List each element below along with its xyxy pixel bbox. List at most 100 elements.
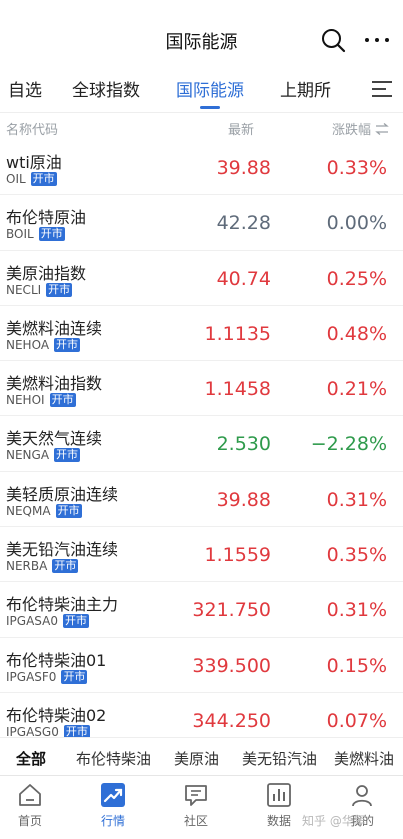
change-percent: −2.28% bbox=[310, 433, 387, 456]
latest-price: 1.1135 bbox=[204, 322, 271, 345]
change-percent: 0.31% bbox=[326, 488, 387, 511]
market-open-badge: 开市 bbox=[54, 337, 81, 352]
subtab-us-crude[interactable]: 美原油 bbox=[174, 748, 219, 769]
more-icon[interactable] bbox=[362, 27, 392, 53]
instrument-name: 美无铅汽油连续 bbox=[6, 540, 119, 560]
nav-community[interactable]: 社区 bbox=[166, 782, 226, 829]
home-icon bbox=[19, 784, 41, 806]
latest-price: 344.250 bbox=[192, 709, 271, 732]
instrument-code: NECLI 开市 bbox=[6, 282, 73, 297]
instrument-code: OIL 开市 bbox=[6, 172, 57, 186]
tab-watchlist[interactable]: 自选 bbox=[8, 76, 42, 101]
latest-price: 1.1458 bbox=[204, 378, 271, 401]
market-open-badge: 开市 bbox=[49, 393, 76, 408]
table-row[interactable]: 布伦特原油 BOIL 开市 42.28 0.00% bbox=[0, 195, 403, 251]
user-icon bbox=[352, 785, 372, 807]
watermark: 知乎 @华罕 bbox=[302, 814, 366, 828]
instrument-name: 美天然气连续 bbox=[6, 429, 103, 449]
nav-data-label: 数据 bbox=[266, 814, 291, 828]
table-row[interactable]: 美燃料油连续 NEHOA 开市 1.1135 0.48% bbox=[0, 306, 403, 362]
change-percent: 0.31% bbox=[326, 599, 387, 622]
instrument-code: NEQMA 开市 bbox=[6, 503, 82, 518]
instrument-code: NERBA 开市 bbox=[6, 559, 79, 574]
latest-price: 39.88 bbox=[216, 157, 271, 179]
tab-global-index[interactable]: 全球指数 bbox=[72, 76, 140, 101]
column-latest[interactable]: 最新 bbox=[228, 119, 254, 138]
table-row[interactable]: 美燃料油指数 NEHOI 开市 1.1458 0.21% bbox=[0, 361, 403, 417]
market-tabs: 自选 全球指数 国际能源 上期所 bbox=[0, 72, 403, 110]
instrument-name: 布伦特原油 bbox=[6, 208, 87, 228]
column-change[interactable]: 涨跌幅 bbox=[332, 119, 389, 138]
instrument-code-text: NECLI bbox=[6, 282, 42, 297]
market-open-badge: 开市 bbox=[62, 614, 89, 629]
instrument-code: BOIL 开市 bbox=[6, 227, 65, 242]
nav-quotes[interactable]: 行情 bbox=[83, 782, 143, 829]
instrument-name: wti原油 bbox=[6, 153, 62, 172]
market-open-badge: 开市 bbox=[54, 448, 81, 463]
instrument-name: 布伦特柴油主力 bbox=[6, 595, 119, 615]
market-open-badge: 开市 bbox=[38, 227, 65, 242]
change-percent: 0.15% bbox=[326, 654, 387, 677]
instrument-code: NENGA 开市 bbox=[6, 448, 81, 463]
subtab-all[interactable]: 全部 bbox=[16, 748, 46, 769]
tab-intl-energy[interactable]: 国际能源 bbox=[176, 76, 244, 101]
table-row[interactable]: wti原油 OIL 开市 39.88 0.33% bbox=[0, 140, 403, 196]
active-tab-indicator bbox=[200, 106, 220, 109]
table-row[interactable]: 美轻质原油连续 NEQMA 开市 39.88 0.31% bbox=[0, 472, 403, 528]
latest-price: 42.28 bbox=[216, 212, 271, 235]
market-open-badge: 开市 bbox=[52, 559, 79, 574]
table-row[interactable]: 美原油指数 NECLI 开市 40.74 0.25% bbox=[0, 251, 403, 306]
latest-price: 2.530 bbox=[216, 433, 271, 456]
instrument-name: 美轻质原油连续 bbox=[6, 484, 119, 504]
menu-icon[interactable] bbox=[370, 78, 394, 100]
instrument-name: 布伦特柴油01 bbox=[6, 650, 107, 670]
change-percent: 0.48% bbox=[326, 322, 387, 345]
sort-toggle-icon bbox=[375, 123, 389, 135]
change-percent: 0.07% bbox=[326, 709, 387, 732]
instrument-code: IPGASA0 开市 bbox=[6, 614, 89, 629]
tab-shfe[interactable]: 上期所 bbox=[280, 76, 331, 101]
instrument-code-text: NENGA bbox=[6, 448, 50, 463]
category-tabs: 全部 布伦特柴油 美原油 美无铅汽油 美燃料油 bbox=[0, 737, 403, 775]
trend-icon bbox=[101, 783, 125, 807]
latest-price: 1.1559 bbox=[204, 544, 271, 567]
subtab-us-gasoline[interactable]: 美无铅汽油 bbox=[242, 748, 317, 769]
instrument-code: NEHOA 开市 bbox=[6, 337, 81, 352]
table-row[interactable]: 美无铅汽油连续 NERBA 开市 1.1559 0.35% bbox=[0, 527, 403, 583]
change-percent: 0.25% bbox=[326, 267, 387, 290]
market-open-badge: 开市 bbox=[30, 172, 57, 186]
nav-quotes-label: 行情 bbox=[100, 814, 125, 828]
nav-home[interactable]: 首页 bbox=[0, 782, 60, 829]
nav-home-label: 首页 bbox=[17, 814, 42, 828]
instrument-code-text: NEQMA bbox=[6, 503, 51, 518]
instrument-code: IPGASF0 开市 bbox=[6, 669, 88, 684]
bottom-nav: 首页 行情 社区 数据 我的 bbox=[0, 775, 403, 839]
change-percent: 0.00% bbox=[326, 212, 387, 235]
subtab-brent-diesel[interactable]: 布伦特柴油 bbox=[76, 748, 151, 769]
latest-price: 40.74 bbox=[216, 267, 271, 290]
latest-price: 321.750 bbox=[192, 599, 271, 622]
latest-price: 39.88 bbox=[216, 488, 271, 511]
column-header: 名称代码 最新 涨跌幅 bbox=[0, 112, 403, 140]
instrument-code-text: NEHOA bbox=[6, 337, 50, 352]
table-row[interactable]: 美天然气连续 NENGA 开市 2.530 −2.28% bbox=[0, 416, 403, 472]
instrument-code-text: NEHOI bbox=[6, 393, 45, 408]
instrument-name: 美燃料油指数 bbox=[6, 374, 103, 394]
instrument-name: 布伦特柴油02 bbox=[6, 705, 107, 725]
chat-icon bbox=[185, 785, 207, 806]
change-percent: 0.35% bbox=[326, 544, 387, 567]
table-row[interactable]: 布伦特柴油01 IPGASF0 开市 339.500 0.15% bbox=[0, 638, 403, 693]
instrument-code-text: OIL bbox=[6, 172, 26, 186]
change-percent: 0.33% bbox=[326, 157, 387, 179]
column-name: 名称代码 bbox=[6, 123, 59, 138]
market-open-badge: 开市 bbox=[55, 503, 82, 518]
market-open-badge: 开市 bbox=[46, 282, 73, 297]
nav-data[interactable]: 数据 bbox=[249, 782, 309, 829]
instrument-name: 美燃料油连续 bbox=[6, 318, 103, 338]
subtab-us-fuel-oil[interactable]: 美燃料油 bbox=[334, 748, 394, 769]
top-bar: 国际能源 bbox=[0, 0, 403, 72]
search-icon[interactable] bbox=[320, 27, 346, 53]
instrument-code-text: NERBA bbox=[6, 559, 48, 574]
table-row[interactable]: 布伦特柴油主力 IPGASA0 开市 321.750 0.31% bbox=[0, 582, 403, 638]
market-open-badge: 开市 bbox=[61, 669, 88, 684]
